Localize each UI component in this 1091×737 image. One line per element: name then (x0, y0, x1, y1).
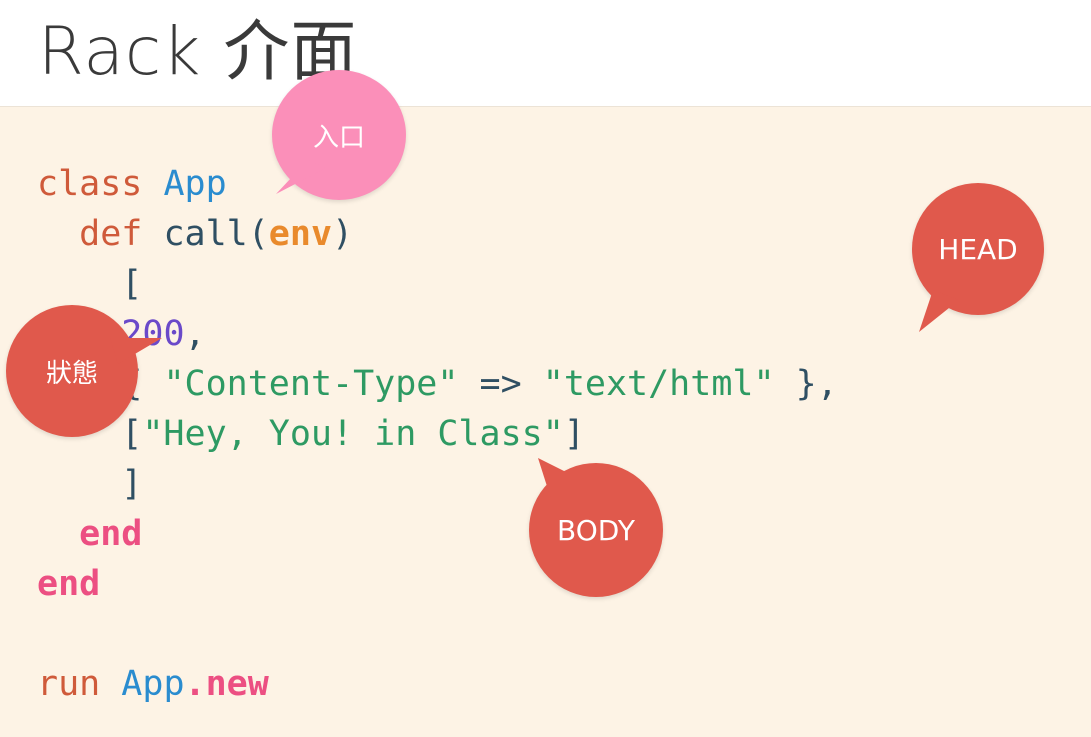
code-line: end (37, 509, 838, 559)
head-callout-tail (919, 290, 959, 332)
code-token: App (163, 164, 227, 204)
code-token: "text/html" (542, 364, 775, 404)
code-block: class App def call(env) [ 200, { "Conten… (37, 159, 838, 709)
code-token: App (121, 664, 185, 704)
code-token: ] (563, 414, 585, 454)
body-callout-tail (538, 458, 578, 502)
status-callout: 狀態 (6, 305, 138, 437)
code-token: end (37, 564, 101, 604)
code-token: ] (37, 464, 143, 504)
code-token: .new (184, 664, 269, 704)
code-line: run App.new (37, 659, 838, 709)
code-line: class App (37, 159, 838, 209)
code-line: [ (37, 259, 838, 309)
code-token: [ (37, 264, 143, 304)
code-line: ["Hey, You! in Class"] (37, 409, 838, 459)
code-token: class (37, 164, 164, 204)
code-line: end (37, 559, 838, 609)
code-panel: class App def call(env) [ 200, { "Conten… (0, 106, 1091, 737)
code-token: }, (774, 364, 838, 404)
status-callout-tail (110, 338, 162, 364)
code-token: , (184, 314, 206, 354)
code-token: env (268, 214, 333, 254)
code-line: ] (37, 459, 838, 509)
code-token: end (37, 514, 143, 554)
code-token: "Hey, You! in Class" (142, 414, 564, 454)
code-token: call( (163, 214, 269, 254)
entry-callout-tail (276, 160, 326, 194)
body-callout-label: BODY (557, 513, 635, 547)
code-token: "Content-Type" (163, 364, 459, 404)
code-line: def call(env) (37, 209, 838, 259)
code-token: def (37, 214, 164, 254)
entry-callout-label: 入口 (312, 122, 365, 153)
status-callout-label: 狀態 (45, 358, 98, 389)
code-token: ) (332, 214, 354, 254)
slide-header: Rack 介面 (0, 0, 1091, 106)
code-token: run (37, 664, 122, 704)
head-callout-label: HEAD (938, 232, 1018, 266)
code-token: => (458, 364, 543, 404)
